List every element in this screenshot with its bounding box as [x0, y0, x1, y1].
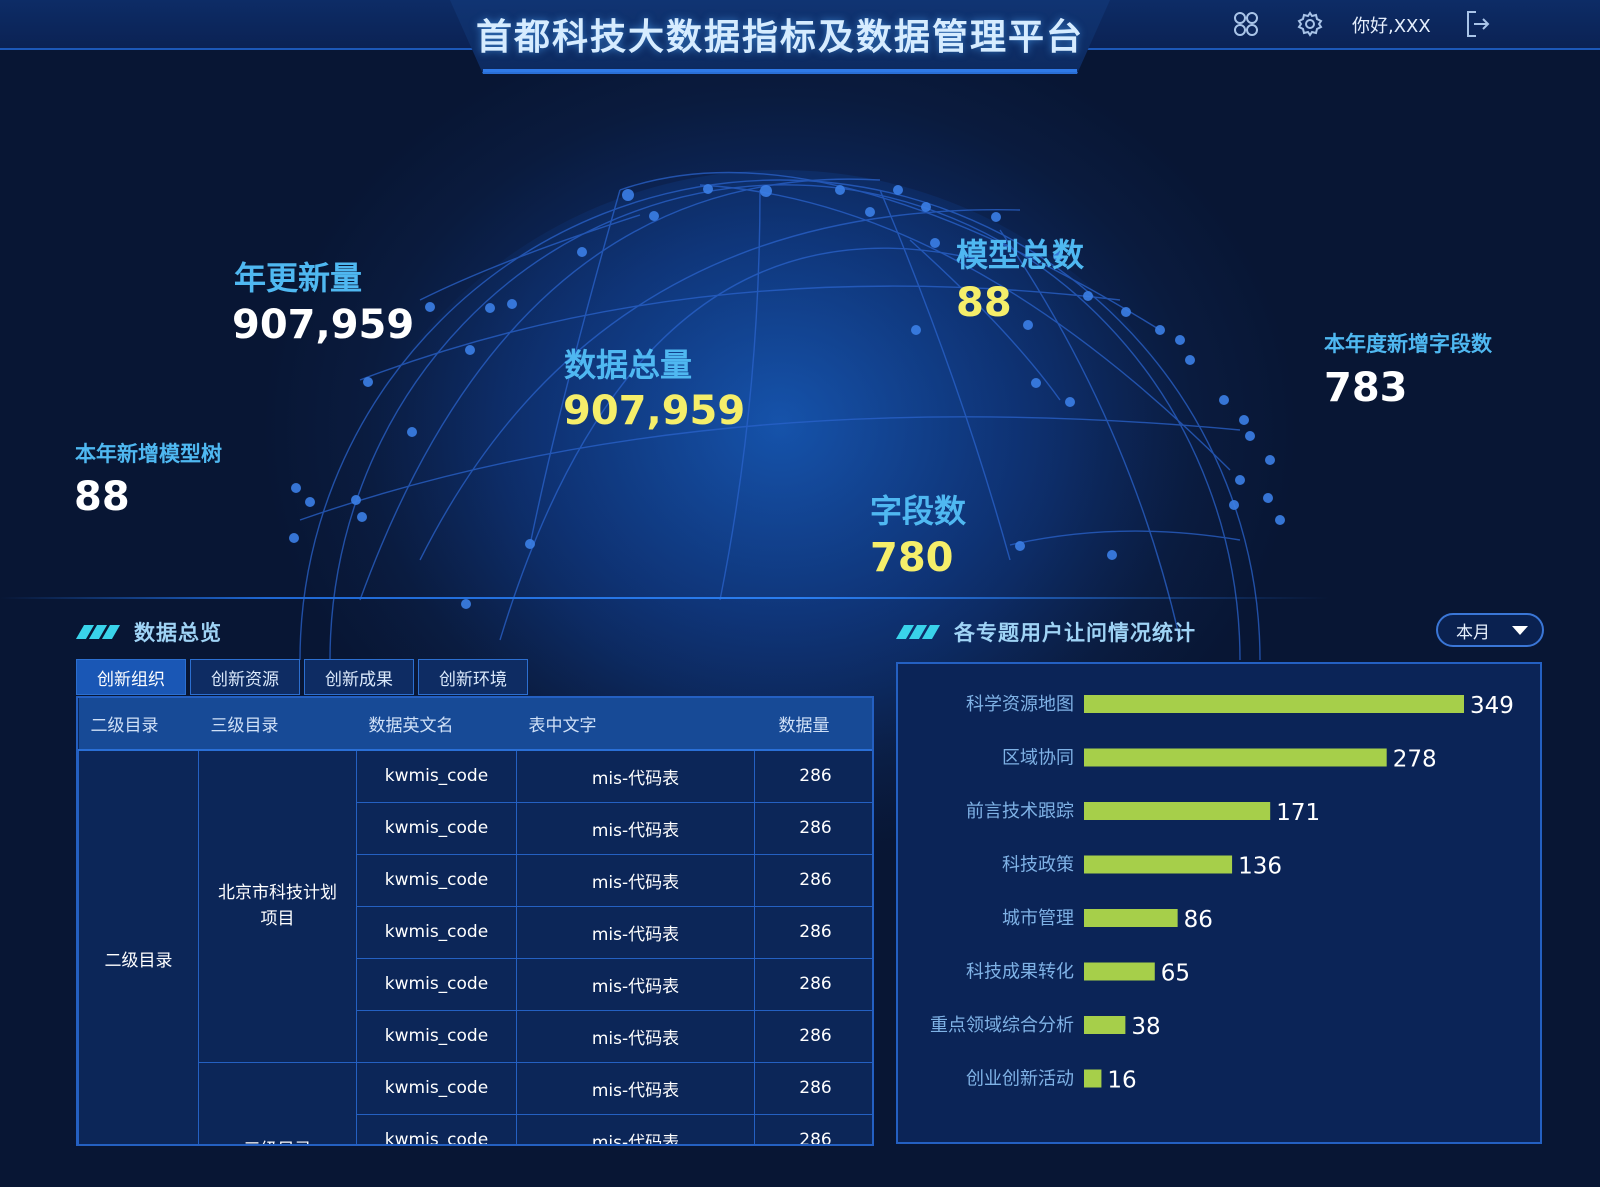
- bar[interactable]: [1084, 909, 1178, 927]
- bar-value-label: 171: [1276, 800, 1320, 826]
- model-total-label: 模型总数: [956, 236, 1085, 274]
- bar-category-label: 重点领域综合分析: [930, 1015, 1074, 1036]
- level3-cell: 三级目录: [198, 1061, 357, 1144]
- settings-icon[interactable]: [1294, 8, 1326, 40]
- bar[interactable]: [1084, 962, 1155, 981]
- data-count-cell: 286: [754, 1113, 872, 1144]
- new-model-tree-label: 本年新增模型树: [75, 442, 222, 466]
- overview-tabs: 创新组织 创新资源 创新成果 创新环境: [76, 659, 528, 695]
- apps-icon[interactable]: [1230, 8, 1262, 40]
- dashboard: 首都科技大数据指标及数据管理平台 你好,XXX 年更新量 907,959 本年新…: [0, 0, 1600, 1187]
- total-data-label: 数据总量: [564, 346, 693, 384]
- bar[interactable]: [1084, 802, 1271, 820]
- bar-value-label: 349: [1470, 693, 1514, 719]
- table-cn-name-cell: mis-代码表: [516, 905, 755, 959]
- table-cn-name-cell: mis-代码表: [516, 749, 755, 803]
- overview-section-header: 数据总览: [75, 617, 222, 647]
- bar-category-label: 城市管理: [1002, 908, 1074, 929]
- bar-value-label: 136: [1238, 854, 1282, 880]
- table-row[interactable]: 二级目录 北京市科技计划项目 kwmis_code mis-代码表 286: [78, 749, 872, 1144]
- bar[interactable]: [1084, 695, 1464, 713]
- visits-title: 各专题用户让问情况统计: [954, 621, 1196, 645]
- data-en-name-cell: kwmis_code: [356, 801, 517, 855]
- table-cn-name-cell: mis-代码表: [516, 957, 755, 1011]
- column-header[interactable]: 三级目录: [198, 698, 357, 751]
- field-count-value: 780: [870, 535, 954, 581]
- visits-chart-panel: 科学资源地图 349 区域协同 278 前言技术跟踪 171 科技政策 136 城市管理 86 科技…: [896, 662, 1542, 1144]
- bar-value-label: 16: [1107, 1068, 1136, 1094]
- bar-value-label: 278: [1393, 747, 1437, 773]
- data-en-name-cell: kwmis_code: [356, 749, 517, 803]
- bar-value-label: 86: [1184, 907, 1213, 933]
- tab-innovation-results[interactable]: 创新成果: [304, 659, 414, 695]
- data-count-cell: 286: [754, 1061, 872, 1115]
- bar[interactable]: [1084, 1069, 1102, 1088]
- bar[interactable]: [1084, 748, 1387, 767]
- column-header[interactable]: 数据量: [754, 698, 872, 751]
- annual-update-label: 年更新量: [234, 259, 363, 297]
- table-cn-name-cell: mis-代码表: [516, 801, 755, 855]
- annual-update-value: 907,959: [232, 302, 415, 348]
- field-count-label: 字段数: [870, 492, 967, 530]
- section-divider: [0, 597, 1330, 599]
- column-header[interactable]: 数据英文名: [356, 698, 517, 751]
- table-row[interactable]: 三级目录 kwmis_code mis-代码表 286: [79, 1061, 872, 1144]
- level3-cell: 北京市科技计划项目: [198, 749, 357, 1063]
- period-select-value: 本月: [1456, 622, 1490, 643]
- column-header[interactable]: 表中文字: [516, 698, 755, 751]
- table-cn-name-cell: mis-代码表: [516, 1009, 755, 1063]
- overview-table: 二级目录 三级目录 数据英文名 表中文字 数据量 二级目录 北京市科技计划项目 …: [76, 696, 874, 1146]
- data-en-name-cell: kwmis_code: [356, 905, 517, 959]
- bar-category-label: 科技成果转化: [966, 962, 1074, 983]
- visits-bar-chart: 科学资源地图 349 区域协同 278 前言技术跟踪 171 科技政策 136 城市管理 86 科技…: [930, 693, 1514, 1094]
- section-marker-icon: [75, 625, 121, 639]
- tab-innovation-environment[interactable]: 创新环境: [418, 659, 528, 695]
- data-count-cell: 286: [754, 749, 872, 803]
- column-header[interactable]: 二级目录: [78, 698, 199, 751]
- bar-category-label: 科技政策: [1002, 855, 1074, 876]
- data-count-cell: 286: [754, 1009, 872, 1063]
- data-en-name-cell: kwmis_code: [356, 853, 517, 907]
- bar-category-label: 创业创新活动: [966, 1069, 1074, 1090]
- table-header-row: 二级目录 三级目录 数据英文名 表中文字 数据量: [78, 698, 872, 751]
- bar-value-label: 65: [1161, 961, 1190, 987]
- bar-value-label: 38: [1131, 1014, 1160, 1040]
- data-en-name-cell: kwmis_code: [356, 1061, 517, 1115]
- level2-cell: 二级目录: [78, 749, 199, 1144]
- bar-category-label: 前言技术跟踪: [966, 801, 1074, 822]
- bar-category-label: 区域协同: [1002, 748, 1074, 769]
- tab-innovation-resources[interactable]: 创新资源: [190, 659, 300, 695]
- overview-title: 数据总览: [134, 621, 222, 645]
- visits-section-header: 各专题用户让问情况统计: [895, 617, 1196, 647]
- new-fields-year-value: 783: [1324, 365, 1408, 411]
- section-marker-icon: [895, 625, 941, 639]
- bar-category-label: 科学资源地图: [966, 694, 1074, 715]
- data-count-cell: 286: [754, 957, 872, 1011]
- new-fields-year-label: 本年度新增字段数: [1324, 332, 1492, 356]
- data-en-name-cell: kwmis_code: [356, 1113, 517, 1144]
- data-en-name-cell: kwmis_code: [356, 1009, 517, 1063]
- table-cn-name-cell: mis-代码表: [516, 1061, 755, 1115]
- table-cn-name-cell: mis-代码表: [516, 1113, 755, 1144]
- user-greeting[interactable]: 你好,XXX: [1352, 12, 1431, 38]
- data-en-name-cell: kwmis_code: [356, 957, 517, 1011]
- logout-icon[interactable]: [1462, 8, 1494, 40]
- model-total-value: 88: [956, 280, 1012, 326]
- data-count-cell: 286: [754, 853, 872, 907]
- total-data-value: 907,959: [563, 388, 746, 434]
- table-cn-name-cell: mis-代码表: [516, 853, 755, 907]
- bar[interactable]: [1084, 855, 1233, 874]
- new-model-tree-value: 88: [74, 474, 130, 520]
- data-count-cell: 286: [754, 801, 872, 855]
- data-count-cell: 286: [754, 905, 872, 959]
- tab-innovation-org[interactable]: 创新组织: [76, 659, 186, 695]
- bar[interactable]: [1084, 1016, 1126, 1034]
- period-select[interactable]: 本月: [1436, 613, 1544, 647]
- chevron-down-icon: [1512, 626, 1528, 635]
- page-title: 首都科技大数据指标及数据管理平台: [475, 17, 1084, 58]
